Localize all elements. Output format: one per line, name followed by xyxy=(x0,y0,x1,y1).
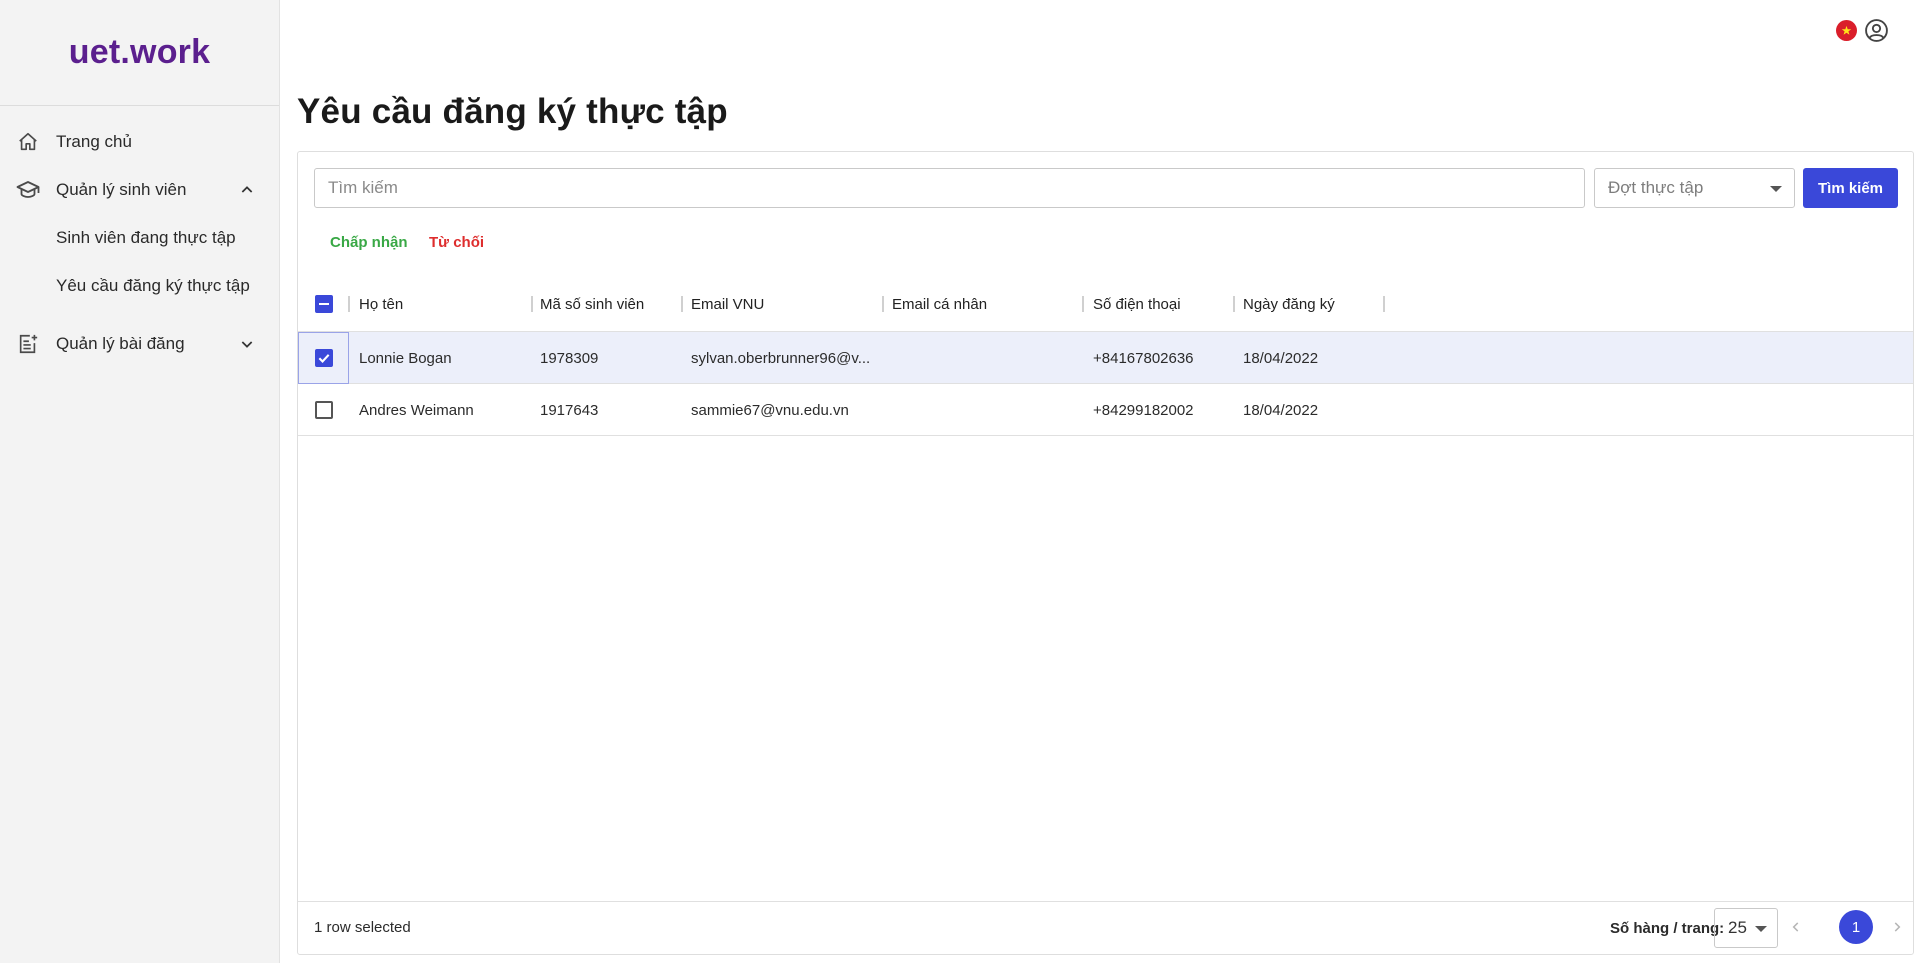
app-logo[interactable]: uet.work xyxy=(0,0,279,106)
cell-email-vnu: sylvan.oberbrunner96@v... xyxy=(691,349,871,367)
reject-button[interactable]: Từ chối xyxy=(429,234,484,251)
post-add-icon xyxy=(16,332,40,356)
cell-email-vnu: sammie67@vnu.edu.vn xyxy=(691,401,849,419)
cell-email-personal xyxy=(892,332,1081,384)
sidebar-item-label: Trang chủ xyxy=(56,132,132,151)
column-separator[interactable] xyxy=(348,296,350,312)
search-button[interactable]: Tìm kiếm xyxy=(1803,168,1898,208)
home-icon xyxy=(16,130,40,154)
cell-date: 18/04/2022 xyxy=(1243,349,1319,367)
selection-count: 1 row selected xyxy=(314,919,411,936)
table-row[interactable]: Andres Weimann 1917643 sammie67@vnu.edu.… xyxy=(298,384,1913,436)
graduation-cap-icon xyxy=(16,178,40,202)
vietnam-flag-icon[interactable] xyxy=(1836,20,1857,41)
sidebar-nav: Trang chủ Quản lý sinh viên Sinh viên đa… xyxy=(0,106,279,368)
cell-student-id: 1978309 xyxy=(540,349,599,367)
page-button-current[interactable]: 1 xyxy=(1839,910,1873,944)
table-header: Họ tên Mã số sinh viên Email VNU Email c… xyxy=(298,276,1913,332)
search-input[interactable] xyxy=(314,168,1585,208)
rows-per-page-label: Số hàng / trang: xyxy=(1610,920,1725,937)
table-row[interactable]: Lonnie Bogan 1978309 sylvan.oberbrunner9… xyxy=(298,332,1913,384)
column-separator[interactable] xyxy=(681,296,683,312)
column-separator[interactable] xyxy=(531,296,533,312)
sidebar: uet.work Trang chủ Quản lý sinh viên Sin… xyxy=(0,0,280,963)
column-separator[interactable] xyxy=(1082,296,1084,312)
sidebar-item-label: Quản lý bài đăng xyxy=(56,334,185,353)
sidebar-item-label: Quản lý sinh viên xyxy=(56,180,187,199)
table-footer: 1 row selected Số hàng / trang: 25 1 xyxy=(298,901,1913,955)
column-header-email-personal[interactable]: Email cá nhân xyxy=(892,276,987,332)
internship-period-placeholder: Đợt thực tập xyxy=(1608,178,1704,197)
chevron-up-icon[interactable] xyxy=(235,178,259,202)
cell-name: Andres Weimann xyxy=(359,401,474,419)
column-header-email-vnu[interactable]: Email VNU xyxy=(691,276,764,332)
rows-per-page-select[interactable]: 25 xyxy=(1714,908,1778,948)
rows-per-page-value: 25 xyxy=(1728,918,1747,937)
user-circle-icon[interactable] xyxy=(1864,18,1889,43)
column-header-date[interactable]: Ngày đăng ký xyxy=(1243,276,1335,332)
cell-phone: +84167802636 xyxy=(1093,349,1194,367)
column-header-name[interactable]: Họ tên xyxy=(359,276,403,332)
cell-name: Lonnie Bogan xyxy=(359,349,452,367)
internship-period-select[interactable]: Đợt thực tập xyxy=(1594,168,1795,208)
column-separator[interactable] xyxy=(1383,296,1385,312)
accept-button[interactable]: Chấp nhận xyxy=(330,234,408,251)
caret-down-icon xyxy=(1770,186,1782,192)
cell-student-id: 1917643 xyxy=(540,401,599,419)
sidebar-item-internship-requests[interactable]: Yêu cầu đăng ký thực tập xyxy=(0,262,279,310)
sidebar-item-interning-students[interactable]: Sinh viên đang thực tập xyxy=(0,214,279,262)
cell-phone: +84299182002 xyxy=(1093,401,1194,419)
cell-email-personal xyxy=(892,384,1081,436)
select-all-checkbox[interactable] xyxy=(315,295,333,313)
page-title: Yêu cầu đăng ký thực tập xyxy=(297,92,728,131)
requests-card: Đợt thực tập Tìm kiếm Chấp nhận Từ chối … xyxy=(297,151,1914,955)
column-separator[interactable] xyxy=(882,296,884,312)
column-header-phone[interactable]: Số điện thoại xyxy=(1093,276,1181,332)
row-checkbox[interactable] xyxy=(315,401,333,419)
cell-date: 18/04/2022 xyxy=(1243,401,1319,419)
caret-down-icon xyxy=(1755,926,1767,932)
sidebar-item-student-management[interactable]: Quản lý sinh viên xyxy=(0,166,279,214)
column-header-student-id[interactable]: Mã số sinh viên xyxy=(540,276,644,332)
row-checkbox[interactable] xyxy=(315,349,333,367)
column-separator[interactable] xyxy=(1233,296,1235,312)
sidebar-item-home[interactable]: Trang chủ xyxy=(0,118,279,166)
chevron-down-icon[interactable] xyxy=(235,332,259,356)
chevron-right-icon[interactable] xyxy=(1887,917,1907,937)
chevron-left-icon[interactable] xyxy=(1786,917,1806,937)
sidebar-item-post-management[interactable]: Quản lý bài đăng xyxy=(0,320,279,368)
